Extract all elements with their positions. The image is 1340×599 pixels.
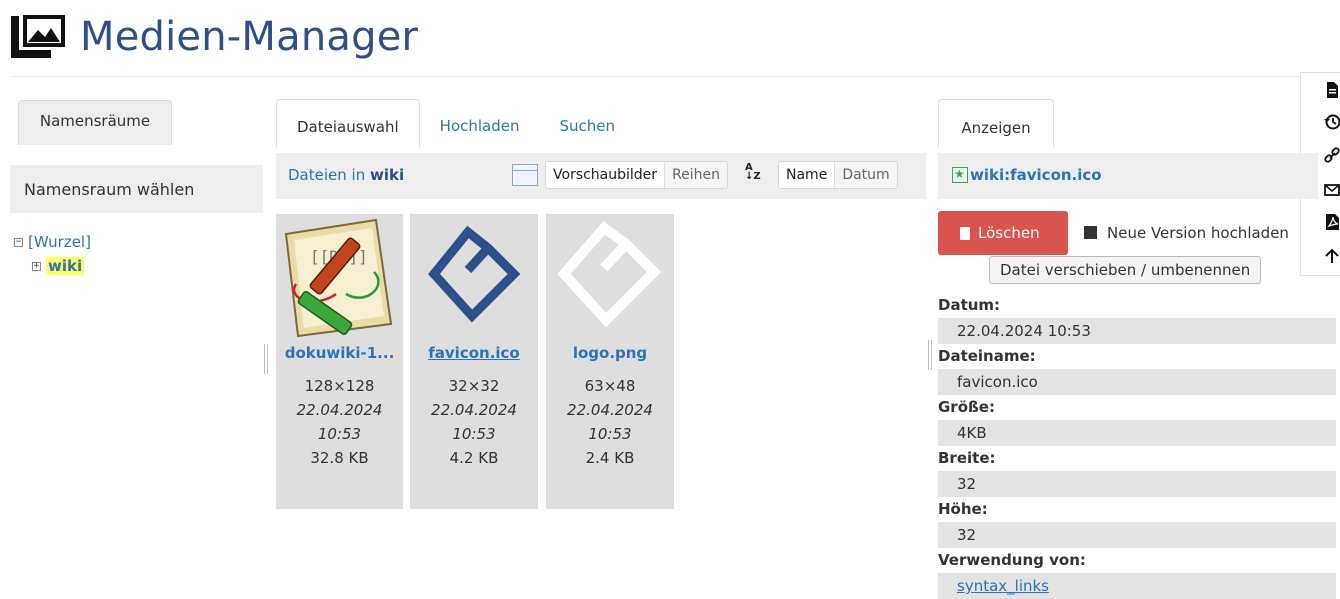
file-date: 22.04.2024 xyxy=(567,401,653,419)
file-size: 32.8 KB xyxy=(310,449,369,467)
mail-icon[interactable] xyxy=(1323,181,1340,199)
delete-button[interactable]: Löschen xyxy=(938,211,1068,255)
prop-value-usage: syntax_links xyxy=(938,573,1336,599)
file-time: 10:53 xyxy=(588,425,632,443)
page-header: Medien-Manager xyxy=(10,14,418,60)
file-meta: 128×128 22.04.2024 10:53 32.8 KB xyxy=(276,374,403,470)
resize-handle-right[interactable] xyxy=(928,340,932,370)
prop-value-height: 32 xyxy=(938,522,1336,548)
document-icon[interactable] xyxy=(1323,81,1340,99)
file-tabs: Dateiauswahl Hochladen Suchen xyxy=(276,99,635,147)
file-properties: Datum: 22.04.2024 10:53 Dateiname: favic… xyxy=(938,293,1336,599)
file-list-toolbar: Dateien in wiki Vorschaubilder Reihen A ↓… xyxy=(276,153,926,199)
files-in-label: Dateien in wiki xyxy=(288,166,405,184)
trash-icon xyxy=(960,227,970,240)
sort-az-icon: A ↓Z xyxy=(745,162,761,182)
expand-icon[interactable]: + xyxy=(32,261,41,271)
logo-thumbnail[interactable] xyxy=(546,214,674,344)
file-dimensions: 128×128 xyxy=(304,377,375,395)
file-date: 22.04.2024 xyxy=(296,401,383,419)
tree-item-root: − [Wurzel] xyxy=(14,230,91,254)
namespace-select-heading: Namensraum wählen xyxy=(10,165,263,213)
sort-toggle: Name Datum xyxy=(778,161,898,189)
view-rows-button[interactable]: Reihen xyxy=(665,162,727,188)
link-icon[interactable] xyxy=(1323,147,1340,165)
file-size: 4.2 KB xyxy=(449,449,499,467)
file-date: 22.04.2024 xyxy=(431,401,517,419)
file-size: 2.4 KB xyxy=(585,449,635,467)
tab-search[interactable]: Suchen xyxy=(540,99,636,147)
media-images-icon xyxy=(11,15,65,58)
file-name[interactable]: logo.png xyxy=(546,344,674,362)
resize-handle-left[interactable] xyxy=(264,344,268,374)
tree-link-root[interactable]: [Wurzel] xyxy=(28,233,91,251)
prop-value-width: 32 xyxy=(938,471,1336,497)
collapse-icon[interactable]: − xyxy=(14,237,23,247)
page-title: Medien-Manager xyxy=(80,14,419,60)
upload-image-icon xyxy=(1084,226,1097,239)
file-detail-header: wiki:favicon.ico xyxy=(938,153,1318,199)
file-meta: 63×48 22.04.2024 10:53 2.4 KB xyxy=(546,374,674,470)
prop-label-usage: Verwendung von: xyxy=(938,551,1086,569)
prop-label-date: Datum: xyxy=(938,296,1001,314)
file-name[interactable]: dokuwiki-1... xyxy=(276,344,403,362)
file-time: 10:53 xyxy=(452,425,496,443)
prop-label-filename: Dateiname: xyxy=(938,347,1036,365)
favicon-icon xyxy=(952,166,968,183)
prop-label-height: Höhe: xyxy=(938,500,988,518)
tab-file-selection[interactable]: Dateiauswahl xyxy=(276,99,420,147)
pdf-icon[interactable] xyxy=(1323,213,1340,231)
file-dimensions: 63×48 xyxy=(584,377,636,395)
tab-upload[interactable]: Hochladen xyxy=(420,99,540,147)
file-name[interactable]: favicon.ico xyxy=(410,344,538,362)
file-time: 10:53 xyxy=(317,425,362,443)
history-icon[interactable] xyxy=(1323,113,1340,131)
prop-label-size: Größe: xyxy=(938,398,995,416)
prop-label-width: Breite: xyxy=(938,449,996,467)
namespace-tree: − [Wurzel] + wiki xyxy=(14,230,91,278)
file-dimensions: 32×32 xyxy=(448,377,500,395)
tab-view[interactable]: Anzeigen xyxy=(938,99,1054,147)
view-thumbnails-button[interactable]: Vorschaubilder xyxy=(546,162,666,188)
current-namespace: wiki xyxy=(369,166,405,184)
usage-link[interactable]: syntax_links xyxy=(957,577,1049,595)
upload-new-version-button[interactable]: Neue Version hochladen xyxy=(1084,211,1289,255)
prop-value-filename: favicon.ico xyxy=(938,369,1336,395)
file-item[interactable]: logo.png 63×48 22.04.2024 10:53 2.4 KB xyxy=(546,214,674,509)
favicon-thumbnail[interactable] xyxy=(410,214,538,344)
file-meta: 32×32 22.04.2024 10:53 4.2 KB xyxy=(410,374,538,470)
file-item[interactable]: [[DW]] dokuwiki-1... 128×128 22.04.2024 … xyxy=(276,214,403,509)
arrow-up-icon[interactable] xyxy=(1323,247,1340,265)
file-id[interactable]: wiki:favicon.ico xyxy=(952,153,1102,197)
file-item[interactable]: favicon.ico 32×32 22.04.2024 10:53 4.2 K… xyxy=(410,214,538,509)
dokuwiki-thumbnail[interactable]: [[DW]] xyxy=(276,214,403,344)
list-view-icon xyxy=(512,164,538,186)
tree-item-wiki: + wiki xyxy=(32,254,91,278)
sort-date-button[interactable]: Datum xyxy=(835,162,896,188)
prop-value-size: 4KB xyxy=(938,420,1336,446)
sort-name-button[interactable]: Name xyxy=(779,162,836,188)
tree-link-wiki[interactable]: wiki xyxy=(46,257,85,275)
prop-value-date: 22.04.2024 10:53 xyxy=(938,318,1336,344)
tab-namespaces[interactable]: Namensräume xyxy=(18,100,172,145)
title-divider xyxy=(10,76,1300,77)
view-toggle: Vorschaubilder Reihen xyxy=(545,161,729,189)
move-rename-button[interactable]: Datei verschieben / umbenennen xyxy=(989,256,1262,284)
